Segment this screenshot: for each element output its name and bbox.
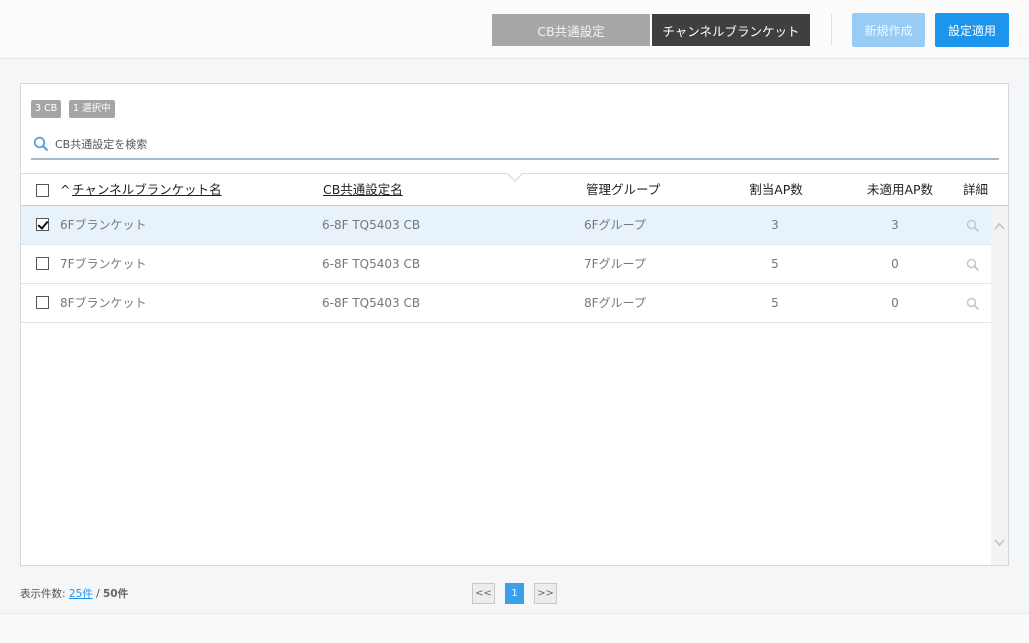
search-input[interactable] — [55, 132, 955, 156]
cell-blanket-name: 7Fブランケット — [60, 257, 147, 271]
header-detail: 詳細 — [963, 182, 989, 197]
apply-settings-button[interactable]: 設定適用 — [935, 13, 1009, 47]
row-checkbox[interactable] — [36, 257, 49, 270]
row-checkbox[interactable] — [36, 296, 49, 309]
search-icon — [33, 136, 49, 152]
display-count-label: 表示件数: — [20, 588, 66, 600]
cell-unapplied-ap: 0 — [891, 296, 899, 310]
header-unapplied-ap: 未適用AP数 — [866, 182, 934, 197]
tab-channel-blanket[interactable]: チャンネルブランケット — [652, 14, 810, 46]
table-body: 6Fブランケット 6-8F TQ5403 CB 6Fグループ 3 3 7Fブラン… — [21, 206, 991, 323]
select-all-checkbox[interactable] — [36, 184, 49, 197]
table-row[interactable]: 6Fブランケット 6-8F TQ5403 CB 6Fグループ 3 3 — [21, 206, 991, 245]
magnifier-icon[interactable] — [966, 297, 980, 311]
cell-cb-common-name: 6-8F TQ5403 CB — [322, 296, 421, 310]
selected-badge: 1 選択中 — [69, 100, 115, 118]
total-count: 50件 — [103, 588, 129, 600]
page-size-link[interactable]: 25件 — [69, 588, 93, 600]
row-checkbox[interactable] — [36, 218, 49, 231]
count-separator: / — [96, 588, 100, 600]
top-toolbar: CB共通設定 チャンネルブランケット 新規作成 設定適用 — [0, 0, 1029, 59]
cell-unapplied-ap: 3 — [891, 218, 899, 232]
toolbar-divider — [831, 14, 832, 46]
search-bar — [31, 130, 999, 160]
chevron-down-icon[interactable] — [993, 536, 1006, 549]
vertical-scrollbar[interactable] — [991, 206, 1008, 565]
new-button[interactable]: 新規作成 — [852, 13, 925, 47]
header-assigned-ap: 割当AP数 — [749, 182, 803, 197]
pagination-last-button[interactable]: >> — [534, 583, 557, 604]
cell-blanket-name: 8Fブランケット — [60, 296, 147, 310]
cell-unapplied-ap: 0 — [891, 257, 899, 271]
sort-ascending-icon[interactable]: ^ — [60, 174, 70, 206]
bottom-strip — [0, 613, 1029, 643]
cell-group: 6Fグループ — [584, 218, 646, 232]
header-channel-blanket-name[interactable]: チャンネルブランケット名 — [72, 174, 222, 206]
cell-group: 7Fグループ — [584, 257, 646, 271]
magnifier-icon[interactable] — [966, 219, 980, 233]
tab-cb-common[interactable]: CB共通設定 — [492, 14, 650, 46]
chevron-up-icon[interactable] — [993, 220, 1006, 233]
dropdown-caret-fill — [507, 172, 523, 180]
cell-blanket-name: 6Fブランケット — [60, 218, 147, 232]
magnifier-icon[interactable] — [966, 258, 980, 272]
pagination-page-button[interactable]: 1 — [505, 583, 524, 604]
cell-group: 8Fグループ — [584, 296, 646, 310]
cell-assigned-ap: 5 — [771, 257, 779, 271]
header-cb-common-name[interactable]: CB共通設定名 — [323, 174, 403, 206]
cell-assigned-ap: 5 — [771, 296, 779, 310]
channel-blanket-panel: 3 CB 1 選択中 ^ チャンネルブランケット名 CB共通設定名 管理グループ… — [20, 83, 1009, 566]
table-row[interactable]: 8Fブランケット 6-8F TQ5403 CB 8Fグループ 5 0 — [21, 284, 991, 323]
header-management-group: 管理グループ — [586, 182, 661, 197]
table-row[interactable]: 7Fブランケット 6-8F TQ5403 CB 7Fグループ 5 0 — [21, 245, 991, 284]
cell-assigned-ap: 3 — [771, 218, 779, 232]
display-count: 表示件数: 25件 / 50件 — [20, 586, 128, 601]
count-badge: 3 CB — [31, 100, 62, 118]
cell-cb-common-name: 6-8F TQ5403 CB — [322, 257, 421, 271]
cell-cb-common-name: 6-8F TQ5403 CB — [322, 218, 421, 232]
pagination-first-button[interactable]: << — [472, 583, 495, 604]
